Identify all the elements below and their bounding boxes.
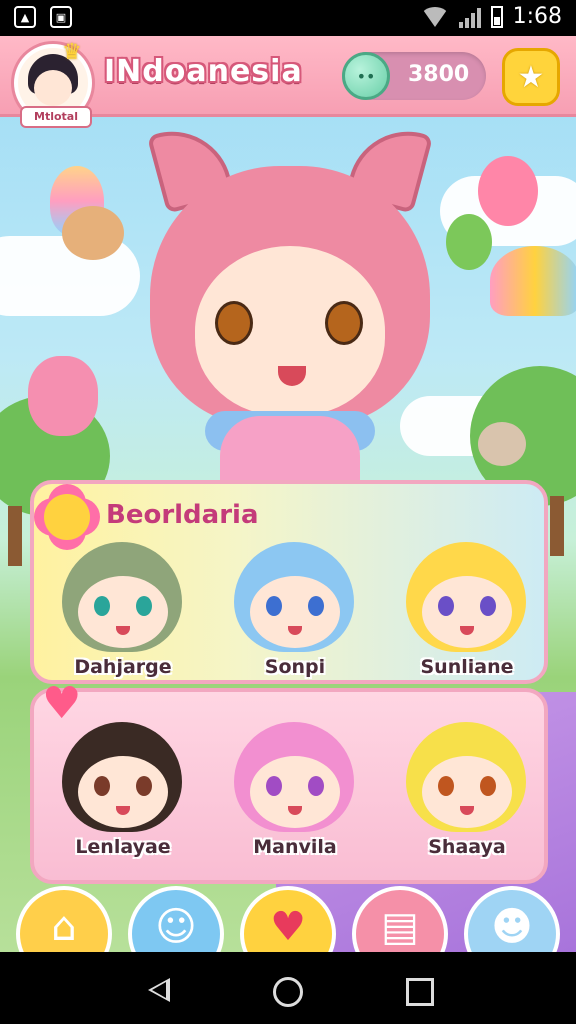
character-name: Shaaya xyxy=(428,836,506,858)
character-eye xyxy=(136,596,152,616)
photo-icon: ▲ xyxy=(14,6,36,28)
cat-mascot xyxy=(62,206,124,260)
bottom-nav: ⌂ ☺ ♥ ▤ ☻ xyxy=(0,882,576,952)
cat-icon: ☻ xyxy=(491,904,533,950)
battery-icon xyxy=(490,5,503,28)
wifi-icon xyxy=(420,6,449,27)
back-button[interactable] xyxy=(148,978,170,1002)
recents-button[interactable] xyxy=(406,978,434,1006)
status-time: 1:68 xyxy=(512,4,562,29)
character-face xyxy=(250,576,340,648)
coin-icon: •• xyxy=(342,52,390,100)
hero-eye xyxy=(215,301,253,345)
character-face xyxy=(78,756,168,828)
home-icon: ⌂ xyxy=(51,904,77,950)
character-eye xyxy=(94,596,110,616)
hero-eye xyxy=(325,301,363,345)
nav-document-button[interactable]: ▤ xyxy=(352,886,448,952)
character-eye xyxy=(438,776,454,796)
tree-trunk xyxy=(550,496,564,556)
character-face xyxy=(78,576,168,648)
nav-home-button[interactable]: ⌂ xyxy=(16,886,112,952)
character-panel-two: ♥ Lenlayae Manvila Shaaya xyxy=(30,678,548,884)
character-eye xyxy=(266,776,282,796)
bunny-mascot xyxy=(478,422,526,466)
character-face xyxy=(422,756,512,828)
character-eye xyxy=(308,776,324,796)
pig-mascot xyxy=(28,356,98,436)
character-name: Lenlayae xyxy=(75,836,171,858)
nav-cat-button[interactable]: ☻ xyxy=(464,886,560,952)
character-eye xyxy=(136,776,152,796)
character-eye xyxy=(480,776,496,796)
currency-value: 3800 xyxy=(408,62,470,87)
android-nav-bar xyxy=(0,952,576,1024)
notification-icon: ▣ xyxy=(50,6,72,28)
character-eye xyxy=(308,596,324,616)
heart-icon: ♥ xyxy=(270,904,306,950)
character-eye xyxy=(480,596,496,616)
character-eye xyxy=(94,776,110,796)
star-button[interactable]: ★ xyxy=(502,48,560,106)
tent-icon xyxy=(490,246,576,316)
character-card[interactable]: Dahjarge xyxy=(48,536,198,686)
character-card[interactable]: Manvila xyxy=(220,716,370,866)
game-screen: ♛ Mtlotal INdoanesia •• 3800 ★ Beorldari… xyxy=(0,36,576,952)
hero-character[interactable] xyxy=(146,118,434,506)
character-eye xyxy=(438,596,454,616)
character-face xyxy=(250,756,340,828)
home-button[interactable] xyxy=(273,977,303,1007)
avatar-badge: Mtlotal xyxy=(20,106,92,128)
character-card[interactable]: Shaaya xyxy=(392,716,542,866)
status-bar: ▲ ▣ 1:68 xyxy=(0,0,576,36)
top-bar: ♛ Mtlotal INdoanesia •• 3800 ★ xyxy=(0,36,576,128)
balloon-icon xyxy=(478,156,538,226)
crown-icon: ♛ xyxy=(62,40,82,65)
ghost-icon: ☺ xyxy=(155,904,197,950)
flower-icon xyxy=(44,494,90,540)
currency-display[interactable]: •• 3800 xyxy=(342,52,486,100)
star-icon: ★ xyxy=(517,59,545,95)
character-eye xyxy=(266,596,282,616)
character-face xyxy=(422,576,512,648)
tree-trunk xyxy=(8,506,22,566)
character-card[interactable]: Sonpi xyxy=(220,536,370,686)
balloon-icon xyxy=(446,214,492,270)
nav-heart-button[interactable]: ♥ xyxy=(240,886,336,952)
character-name: Sonpi xyxy=(264,656,326,678)
document-icon: ▤ xyxy=(381,904,419,950)
character-card[interactable]: Lenlayae xyxy=(48,716,198,866)
nav-ghost-button[interactable]: ☺ xyxy=(128,886,224,952)
avatar-face xyxy=(34,70,72,106)
panel-title: Beorldaria xyxy=(106,500,259,530)
character-name: Manvila xyxy=(253,836,337,858)
signal-icon xyxy=(458,6,481,28)
character-name: Sunliane xyxy=(420,656,514,678)
page-title: INdoanesia xyxy=(104,54,303,89)
character-panel-one: Beorldaria Dahjarge Sonpi Sunliane xyxy=(30,480,548,684)
character-name: Dahjarge xyxy=(74,656,172,678)
character-card[interactable]: Sunliane xyxy=(392,536,542,686)
